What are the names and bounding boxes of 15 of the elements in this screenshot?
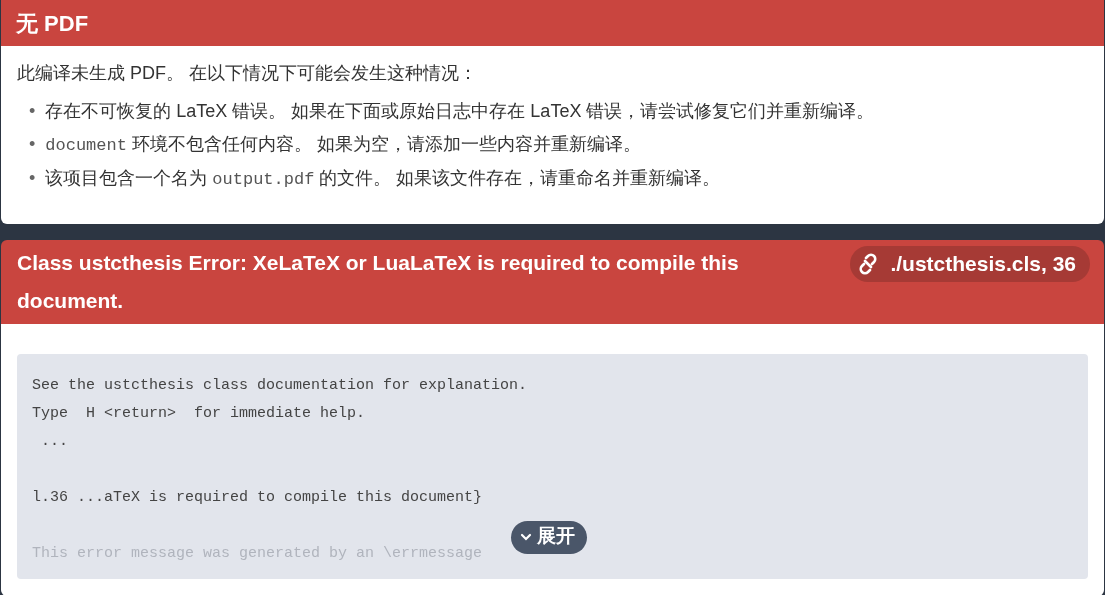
- reason-item: document 环境不包含任何内容。 如果为空，请添加一些内容并重新编译。: [45, 133, 641, 157]
- log-line: Type H <return> for immediate help.: [32, 404, 366, 424]
- error-title: Class ustcthesis Error: XeLaTeX or LuaLaTeX is required to compile this document.: [17, 250, 740, 314]
- log-line: ...: [40, 432, 68, 452]
- intro-text: 此编译未生成 PDF。 在以下情况下可能会发生这种情况：: [17, 62, 478, 85]
- panel-title: 无 PDF: [1, 0, 1104, 46]
- bullet-mark: •: [29, 100, 36, 123]
- bullet-mark: •: [29, 167, 36, 190]
- log-line: l.36 ...aTeX is required to compile this document}: [32, 488, 483, 508]
- log-line: See the ustcthesis class documentation for explanation.: [32, 376, 528, 396]
- bullet-mark: •: [29, 133, 36, 156]
- reason-item: 该项目包含一个名为 output.pdf 的文件。 如果该文件存在，请重命名并重新编译。: [45, 167, 721, 191]
- reason-item: 存在不可恢复的 LaTeX 错误。 如果在下面或原始日志中存在 LaTeX 错误，请尝试修复它们并重新编译。: [45, 100, 875, 123]
- expand-button[interactable]: 展开: [511, 521, 587, 554]
- file-location-link[interactable]: ./ustcthesis.cls, 36: [850, 246, 1090, 282]
